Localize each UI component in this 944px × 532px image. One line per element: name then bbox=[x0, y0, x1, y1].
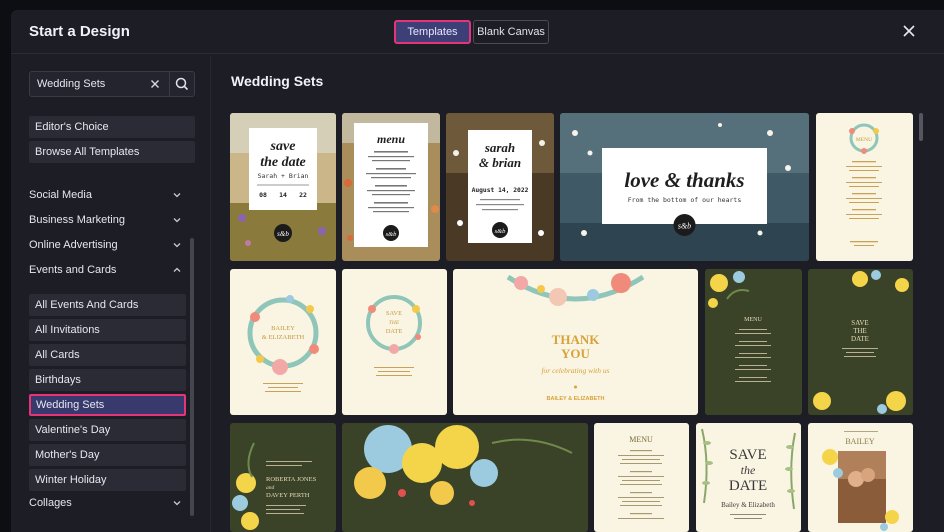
section-title: Wedding Sets bbox=[231, 73, 324, 89]
subcategory-birthdays[interactable]: Birthdays bbox=[29, 369, 186, 391]
template-text: BAILEY & ELIZABETH bbox=[547, 396, 605, 402]
subcategory-winter-holiday[interactable]: Winter Holiday bbox=[29, 469, 186, 491]
template-text: & brian bbox=[479, 155, 521, 170]
template-gallery: Wedding Sets save the date Sarah + Brian… bbox=[212, 55, 944, 532]
subcategory-wedding-sets[interactable]: Wedding Sets bbox=[29, 394, 186, 416]
category-business-marketing[interactable]: Business Marketing bbox=[29, 210, 181, 230]
chevron-down-icon bbox=[173, 218, 181, 223]
template-love-and-thanks[interactable]: love & thanks From the bottom of our hea… bbox=[560, 113, 809, 261]
template-text: 08 bbox=[259, 191, 267, 199]
template-bailey-wreath[interactable]: BAILEY & ELIZABETH bbox=[230, 269, 336, 415]
search-divider bbox=[169, 72, 170, 96]
tab-blank-canvas[interactable]: Blank Canvas bbox=[473, 20, 549, 44]
template-save-the-date-olive[interactable]: SAVE THE DATE bbox=[808, 269, 913, 415]
template-text: BAILEY bbox=[845, 437, 875, 446]
sidebar: Editor's Choice Browse All Templates Soc… bbox=[11, 55, 211, 532]
category-label: Online Advertising bbox=[29, 239, 118, 251]
template-text: From the bottom of our hearts bbox=[628, 196, 742, 204]
template-floral-olive-wide[interactable] bbox=[342, 423, 588, 532]
clear-search-button[interactable] bbox=[148, 77, 162, 91]
subcategory-mothers-day[interactable]: Mother's Day bbox=[29, 444, 186, 466]
template-text: MENU bbox=[744, 317, 762, 323]
category-events-and-cards[interactable]: Events and Cards bbox=[29, 260, 181, 280]
template-text: save bbox=[270, 139, 296, 154]
close-icon bbox=[903, 25, 915, 37]
template-text: YOU bbox=[561, 346, 591, 361]
template-menu-floral-cream[interactable]: MENU bbox=[816, 113, 913, 261]
search-icon bbox=[175, 77, 189, 91]
template-text: 14 bbox=[279, 191, 287, 199]
template-text: menu bbox=[377, 132, 405, 146]
search-box bbox=[29, 71, 195, 97]
template-text: s&b bbox=[678, 222, 691, 231]
category-label: Business Marketing bbox=[29, 214, 125, 226]
template-thank-you[interactable]: THANK YOU for celebrating with us BAILEY… bbox=[453, 269, 698, 415]
template-text: August 14, 2022 bbox=[472, 187, 529, 194]
chevron-down-icon bbox=[173, 193, 181, 198]
template-text: & ELIZABETH bbox=[262, 334, 305, 341]
template-text: and bbox=[266, 485, 275, 491]
subcategory-all-invitations[interactable]: All Invitations bbox=[29, 319, 186, 341]
category-label: Events and Cards bbox=[29, 264, 117, 276]
chevron-up-icon bbox=[173, 267, 181, 272]
modal-title: Start a Design bbox=[29, 23, 130, 40]
category-label: Collages bbox=[29, 497, 72, 509]
template-text: love & thanks bbox=[624, 168, 744, 192]
close-button[interactable] bbox=[901, 23, 917, 39]
search-input[interactable] bbox=[30, 72, 148, 96]
modal-header: Start a Design Templates Blank Canvas bbox=[11, 10, 944, 54]
editors-choice-link[interactable]: Editor's Choice bbox=[29, 116, 195, 138]
template-text: ROBERTA JONES bbox=[266, 476, 317, 483]
template-text: Sarah + Brian bbox=[258, 172, 309, 180]
sidebar-scrollbar[interactable] bbox=[190, 238, 194, 516]
template-text: DAVEY PERTH bbox=[266, 492, 310, 499]
category-label: Social Media bbox=[29, 189, 92, 201]
template-menu-photo[interactable]: menu s&b bbox=[342, 113, 440, 261]
template-text: THE bbox=[389, 320, 400, 326]
template-text: the date bbox=[260, 155, 306, 170]
template-text: THANK bbox=[552, 332, 601, 347]
subcategory-all-events-and-cards[interactable]: All Events And Cards bbox=[29, 294, 186, 316]
template-text: s&b bbox=[386, 231, 398, 238]
start-design-modal: Start a Design Templates Blank Canvas Ed… bbox=[11, 10, 944, 532]
tab-templates[interactable]: Templates bbox=[394, 20, 471, 44]
template-text: the bbox=[741, 463, 756, 477]
template-menu-olive[interactable]: MENU bbox=[705, 269, 802, 415]
template-save-the-date-wreath[interactable]: SAVE THE DATE bbox=[342, 269, 447, 415]
subcategory-all-cards[interactable]: All Cards bbox=[29, 344, 186, 366]
template-menu-cream[interactable]: MENU bbox=[594, 423, 689, 532]
browse-all-templates-link[interactable]: Browse All Templates bbox=[29, 141, 195, 163]
template-text: MENU bbox=[629, 435, 653, 444]
template-text: SAVE bbox=[386, 310, 402, 317]
template-text: Bailey & Elizabeth bbox=[721, 501, 775, 509]
category-social-media[interactable]: Social Media bbox=[29, 185, 181, 205]
search-button[interactable] bbox=[172, 75, 192, 93]
template-text: for celebrating with us bbox=[541, 366, 609, 375]
template-roberta-davey[interactable]: ROBERTA JONES and DAVEY PERTH bbox=[230, 423, 336, 532]
template-text: s&b bbox=[277, 230, 289, 238]
template-bailey-photo[interactable]: BAILEY bbox=[808, 423, 913, 532]
template-text: 22 bbox=[299, 191, 307, 199]
template-sarah-brian-photo[interactable]: sarah & brian August 14, 2022 s&b bbox=[446, 113, 554, 261]
template-text: sarah bbox=[484, 140, 515, 155]
template-text: s&b bbox=[495, 228, 507, 235]
template-text: THE bbox=[853, 327, 867, 335]
template-text: BAILEY bbox=[271, 325, 295, 332]
template-save-the-date-photo[interactable]: save the date Sarah + Brian 08 14 22 s&b bbox=[230, 113, 336, 261]
template-save-the-date-leaves[interactable]: SAVE the DATE Bailey & Elizabeth bbox=[696, 423, 801, 532]
chevron-down-icon bbox=[173, 243, 181, 248]
template-text: MENU bbox=[856, 137, 872, 143]
template-text: SAVE bbox=[729, 447, 766, 463]
close-icon bbox=[151, 80, 159, 88]
chevron-down-icon bbox=[173, 501, 181, 506]
template-text: SAVE bbox=[851, 319, 868, 327]
category-online-advertising[interactable]: Online Advertising bbox=[29, 235, 181, 255]
subcategory-valentines-day[interactable]: Valentine's Day bbox=[29, 419, 186, 441]
template-text: DATE bbox=[386, 328, 403, 335]
category-collages[interactable]: Collages bbox=[29, 493, 181, 513]
template-text: DATE bbox=[851, 335, 869, 343]
gallery-scrollbar[interactable] bbox=[919, 113, 923, 141]
template-text: DATE bbox=[729, 478, 767, 494]
